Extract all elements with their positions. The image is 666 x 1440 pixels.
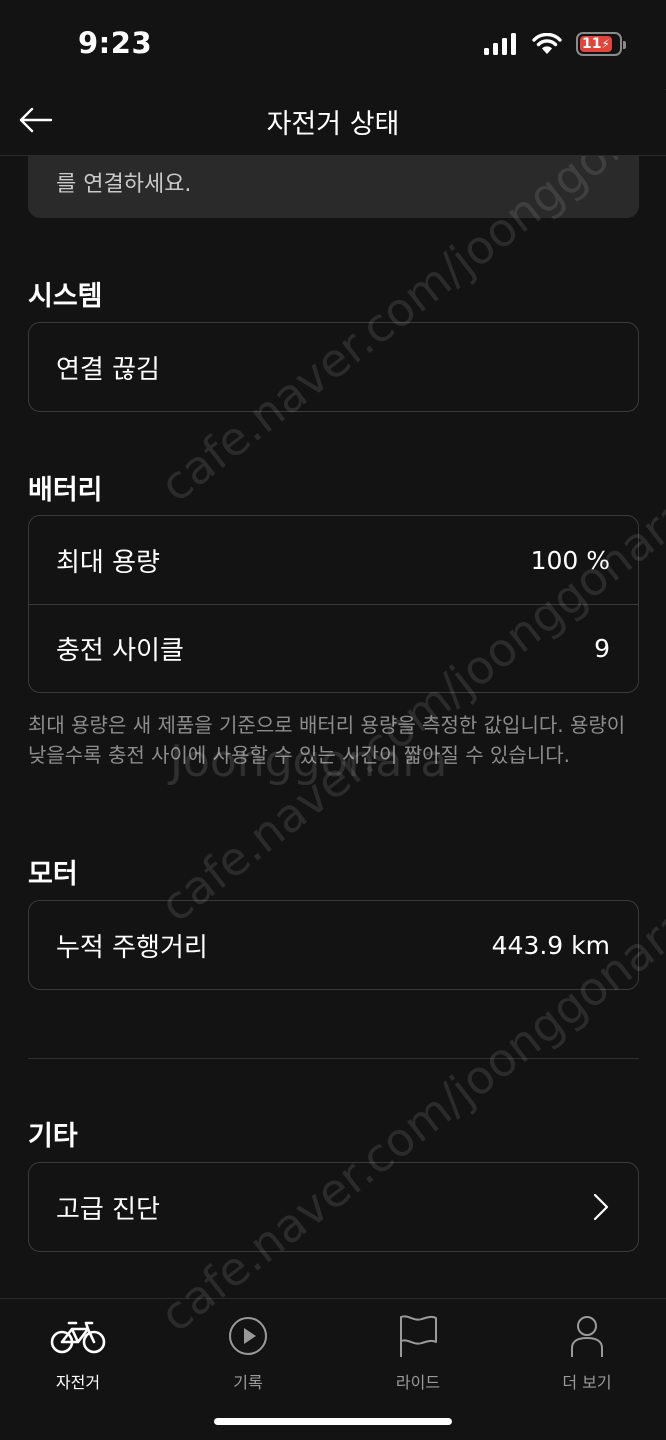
odometer-value: 443.9 km <box>491 930 610 960</box>
tab-bicycle[interactable]: 자전거 <box>18 1313 138 1393</box>
other-card: 고급 진단 <box>28 1162 639 1252</box>
wifi-icon <box>532 33 562 54</box>
tab-records[interactable]: 기록 <box>188 1313 308 1393</box>
tab-more[interactable]: 더 보기 <box>527 1313 647 1393</box>
person-icon <box>571 1316 603 1357</box>
charge-cycles-value: 9 <box>594 634 610 663</box>
max-capacity-label: 최대 용량 <box>56 547 160 578</box>
scroll-content[interactable]: 를 연결하세요. 시스템 연결 끊김 배터리 최대 용량 100 % 충전 사이… <box>0 156 666 1298</box>
battery-section-title: 배터리 <box>28 475 103 506</box>
tab-rides[interactable]: 라이드 <box>358 1313 478 1393</box>
status-icons: 11 ⚡ <box>484 30 626 58</box>
battery-helper-text: 최대 용량은 새 제품을 기준으로 배터리 용량을 측정한 값입니다. 용량이 … <box>28 713 626 767</box>
max-capacity-value: 100 % <box>530 545 610 575</box>
charge-cycles-label: 충전 사이클 <box>56 636 184 666</box>
battery-level-text: 11 <box>582 36 602 52</box>
system-status-row: 연결 끊김 <box>29 323 638 411</box>
motor-card: 누적 주행거리 443.9 km <box>28 900 639 990</box>
connect-notice-card: 를 연결하세요. <box>28 156 639 218</box>
bicycle-icon <box>50 1321 106 1354</box>
battery-icon: 11 ⚡ <box>576 32 626 56</box>
battery-card: 최대 용량 100 % 충전 사이클 9 <box>28 515 639 693</box>
motor-section-title: 모터 <box>28 859 78 890</box>
tab-rides-label: 라이드 <box>395 1373 441 1392</box>
system-status-label: 연결 끊김 <box>56 354 160 385</box>
play-circle-icon <box>229 1317 267 1355</box>
cellular-signal-icon <box>484 33 516 55</box>
tab-more-label: 더 보기 <box>562 1373 612 1392</box>
section-divider <box>28 1058 639 1059</box>
other-section-title: 기타 <box>28 1121 78 1152</box>
notice-text: 를 연결하세요. <box>56 172 192 197</box>
battery-level: 11 ⚡ <box>580 36 612 52</box>
chevron-right-icon <box>593 1193 609 1221</box>
charge-cycles-row: 충전 사이클 9 <box>29 604 638 692</box>
tab-bicycle-label: 자전거 <box>55 1373 101 1392</box>
system-card: 연결 끊김 <box>28 322 639 412</box>
advanced-diagnostics-row[interactable]: 고급 진단 <box>29 1163 638 1251</box>
max-capacity-row: 최대 용량 100 % <box>29 516 638 604</box>
odometer-label: 누적 주행거리 <box>56 932 208 963</box>
flag-icon <box>400 1315 437 1357</box>
advanced-diagnostics-label: 고급 진단 <box>56 1194 160 1225</box>
nav-header: 자전거 상태 <box>0 90 666 156</box>
status-time: 9:23 <box>78 26 153 60</box>
odometer-row: 누적 주행거리 443.9 km <box>29 901 638 989</box>
charging-bolt-icon: ⚡ <box>601 37 610 51</box>
page-title: 자전거 상태 <box>266 109 400 140</box>
system-section-title: 시스템 <box>28 281 103 312</box>
home-indicator <box>214 1418 452 1425</box>
tab-records-label: 기록 <box>233 1373 263 1392</box>
status-bar: 9:23 11 ⚡ <box>0 0 666 90</box>
